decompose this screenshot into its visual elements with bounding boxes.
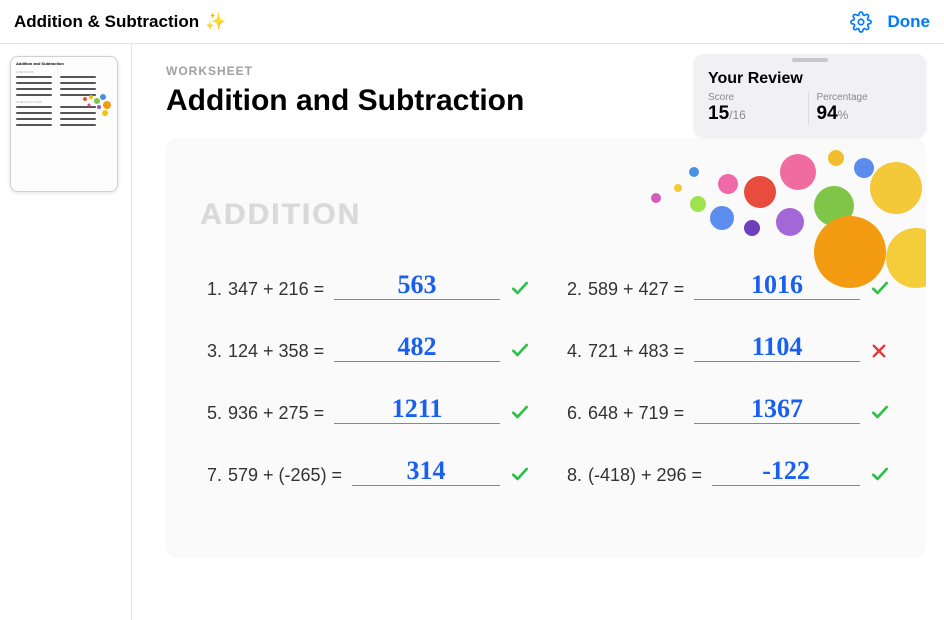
check-icon (870, 464, 890, 486)
review-columns: Score 15/16 Percentage 94% (708, 92, 912, 125)
problem-expression: 124 + 358 = (228, 341, 324, 362)
problem-6: 6. 648 + 719 = 1367 (560, 396, 890, 424)
problem-7: 7. 579 + (-265) = 314 (200, 458, 530, 486)
problem-expression: (-418) + 296 = (588, 465, 702, 486)
problem-number: 3. (200, 341, 222, 362)
answer-field[interactable]: 1367 (694, 396, 860, 424)
review-divider (808, 92, 809, 125)
decorative-bubbles-icon (526, 138, 926, 308)
done-button[interactable]: Done (888, 12, 931, 32)
problem-expression: 721 + 483 = (588, 341, 684, 362)
score-label: Score (708, 92, 804, 103)
main-pane: WORKSHEET Addition and Subtraction Your … (132, 44, 944, 620)
page-thumbnail[interactable]: Addition and Subtraction ADDITION SUBTRA… (10, 56, 118, 192)
document-title: Addition & Subtraction (14, 12, 199, 32)
problem-expression: 579 + (-265) = (228, 465, 342, 486)
topbar-title-group: Addition & Subtraction ✨ (14, 12, 226, 32)
thumb-title: Addition and Subtraction (11, 57, 117, 66)
content-area: Addition and Subtraction ADDITION SUBTRA… (0, 44, 944, 620)
percentage-col: Percentage 94% (817, 92, 913, 125)
sparkle-icon: ✨ (205, 12, 226, 32)
score-col: Score 15/16 (708, 92, 804, 125)
score-value: 15/16 (708, 103, 804, 125)
problem-expression: 347 + 216 = (228, 279, 324, 300)
check-icon (510, 464, 530, 486)
score-den: 16 (732, 108, 745, 122)
gear-icon (850, 11, 872, 33)
problem-number: 4. (560, 341, 582, 362)
topbar-actions: Done (850, 11, 931, 33)
percentage-label: Percentage (817, 92, 913, 103)
check-icon (510, 402, 530, 424)
topbar: Addition & Subtraction ✨ Done (0, 0, 944, 44)
problem-number: 7. (200, 465, 222, 486)
thumb-dots-icon (75, 91, 113, 126)
answer-field[interactable]: -122 (712, 458, 860, 486)
problem-expression: 648 + 719 = (588, 403, 684, 424)
problem-8: 8. (-418) + 296 = -122 (560, 458, 890, 486)
answer-field[interactable]: 1211 (334, 396, 500, 424)
answer-field[interactable]: 482 (334, 334, 500, 362)
cross-icon (870, 342, 890, 362)
review-title: Your Review (708, 70, 912, 88)
sidebar: Addition and Subtraction ADDITION SUBTRA… (0, 44, 132, 620)
thumb-section1: ADDITION (11, 66, 117, 74)
drag-handle-icon[interactable] (792, 58, 828, 62)
percentage-value: 94% (817, 103, 913, 125)
problem-1: 1. 347 + 216 = 563 (200, 272, 530, 300)
review-panel[interactable]: Your Review Score 15/16 Percentage 94% (694, 54, 926, 137)
problem-number: 8. (560, 465, 582, 486)
pct-num: 94 (817, 103, 838, 124)
problem-number: 1. (200, 279, 222, 300)
pct-sym: % (838, 108, 849, 122)
problem-number: 6. (560, 403, 582, 424)
problem-4: 4. 721 + 483 = 1104 (560, 334, 890, 362)
answer-field[interactable]: 563 (334, 272, 500, 300)
check-icon (870, 402, 890, 424)
problem-number: 5. (200, 403, 222, 424)
worksheet-body: ADDITION 1.347 + 216 =5632.589 + 427 =10… (166, 138, 926, 558)
problem-5: 5. 936 + 275 = 1211 (200, 396, 530, 424)
score-num: 15 (708, 103, 729, 124)
check-icon (510, 340, 530, 362)
answer-field[interactable]: 314 (352, 458, 500, 486)
settings-button[interactable] (850, 11, 872, 33)
problem-3: 3. 124 + 358 = 482 (200, 334, 530, 362)
problem-expression: 936 + 275 = (228, 403, 324, 424)
answer-field[interactable]: 1104 (694, 334, 860, 362)
